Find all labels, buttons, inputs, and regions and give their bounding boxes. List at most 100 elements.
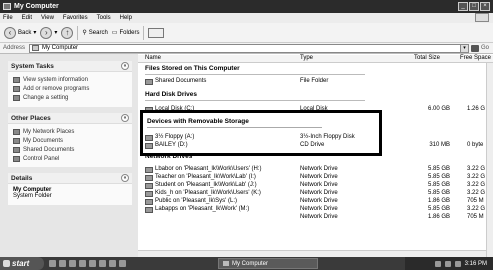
system-tasks-header[interactable]: System Tasks « <box>8 61 132 72</box>
go-button[interactable]: Go <box>471 44 490 52</box>
up-folder-icon[interactable]: ↑ <box>61 26 74 39</box>
list-item[interactable]: Shared Documents File Folder <box>145 78 490 86</box>
collapse-icon[interactable]: « <box>121 174 129 182</box>
item-type: Network Drive <box>300 166 338 172</box>
back-button[interactable]: ‹ Back ▾ <box>4 26 36 39</box>
column-name[interactable]: Name <box>145 55 161 61</box>
item-free-space: 3.22 G <box>467 182 486 188</box>
email-icon[interactable] <box>59 260 66 267</box>
search-icon: ⚲ <box>82 30 87 36</box>
menu-bar: File Edit View Favorites Tools Help <box>0 13 493 23</box>
title-bar: My Computer _ □ × <box>0 0 493 13</box>
item-total-size: 310 MB <box>429 142 450 148</box>
item-name: Lbabor on 'Pleasant_lk\Work\Users' (H:) <box>155 166 262 172</box>
list-item[interactable]: Student on 'Pleasant_lk\Work\Lab' (J:) N… <box>145 182 490 190</box>
column-headers: Name Type Total Size Free Space <box>138 55 493 63</box>
start-button[interactable]: start <box>0 257 44 270</box>
control-panel-icon <box>13 94 20 101</box>
place-label: My Network Places <box>23 128 75 135</box>
taskbar-my-computer[interactable]: My Computer <box>218 258 318 269</box>
system-tray: 3:16 PM <box>405 257 493 270</box>
network-drive-icon <box>145 191 153 197</box>
menu-file[interactable]: File <box>3 15 13 21</box>
list-item[interactable]: Lbabor on 'Pleasant_lk\Work\Users' (H:) … <box>145 166 490 174</box>
panel-title: System Tasks <box>11 62 54 70</box>
group-files-stored: Files Stored on This Computer <box>145 65 240 72</box>
vertical-scrollbar[interactable] <box>486 63 493 257</box>
details-header[interactable]: Details « <box>8 173 132 184</box>
network-drive-icon <box>145 207 153 213</box>
menu-help[interactable]: Help <box>120 15 132 21</box>
list-item[interactable]: BAILEY (D:) CD Drive <box>145 142 377 150</box>
media-icon[interactable] <box>69 260 76 267</box>
task-label: Add or remove programs <box>23 85 90 92</box>
column-free-space[interactable]: Free Space <box>460 55 491 61</box>
address-input[interactable]: My Computer ▾ <box>29 43 470 53</box>
task-label: My Computer <box>232 260 269 267</box>
task-view-system-info[interactable]: View system information <box>13 75 127 84</box>
list-item[interactable]: Network Drive 1.86 GB 705 M <box>145 214 490 222</box>
folders-icon: ▭ <box>111 30 118 36</box>
list-item[interactable]: Teacher on 'Pleasant_lk\Work\Lab' (I:) N… <box>145 174 490 182</box>
item-name: Labapps on 'Pleasant_lk\Work' (M:) <box>155 206 250 212</box>
app-icon[interactable] <box>99 260 106 267</box>
task-pane: System Tasks « View system information A… <box>0 54 138 257</box>
item-type: CD Drive <box>300 142 325 148</box>
go-label: Go <box>481 45 490 51</box>
details-panel: Details « My Computer System Folder <box>8 173 132 205</box>
app-icon[interactable] <box>119 260 126 267</box>
folder-icon <box>145 79 153 85</box>
item-type: Network Drive <box>300 214 338 220</box>
column-type[interactable]: Type <box>300 55 313 61</box>
views-button[interactable] <box>148 27 165 38</box>
column-total-size[interactable]: Total Size <box>414 55 440 61</box>
group-divider <box>147 127 322 128</box>
maximize-button[interactable]: □ <box>469 2 479 11</box>
windows-flag-icon <box>475 13 489 22</box>
place-my-network-places[interactable]: My Network Places <box>13 127 127 136</box>
place-my-documents[interactable]: My Documents <box>13 136 127 145</box>
app-icon[interactable] <box>109 260 116 267</box>
item-name: Shared Documents <box>155 78 207 84</box>
menu-favorites[interactable]: Favorites <box>63 15 88 21</box>
folders-button[interactable]: ▭ Folders <box>111 29 140 37</box>
network-drive-icon <box>145 175 153 181</box>
menu-tools[interactable]: Tools <box>97 15 111 21</box>
desktop-icon[interactable] <box>79 260 86 267</box>
collapse-icon[interactable]: « <box>121 62 129 70</box>
collapse-icon[interactable]: « <box>121 114 129 122</box>
back-label: Back <box>18 29 32 36</box>
browser-icon[interactable] <box>49 260 56 267</box>
list-item[interactable]: Public on 'Pleasant_lk\Sys' (L:) Network… <box>145 198 490 206</box>
close-button[interactable]: × <box>480 2 490 11</box>
network-tray-icon[interactable] <box>434 260 441 267</box>
place-control-panel[interactable]: Control Panel <box>13 154 127 163</box>
window-title: My Computer <box>14 3 59 10</box>
search-button[interactable]: ⚲ Search <box>82 29 107 37</box>
place-shared-documents[interactable]: Shared Documents <box>13 145 127 154</box>
task-add-remove-programs[interactable]: Add or remove programs <box>13 84 127 93</box>
security-icon[interactable] <box>454 260 461 267</box>
volume-icon[interactable] <box>444 260 451 267</box>
item-name: Student on 'Pleasant_lk\Work\Lab' (J:) <box>155 182 257 188</box>
list-item[interactable]: Kids_h on 'Pleasant_lk\Work\Users' (K:) … <box>145 190 490 198</box>
item-free-space: 705 M <box>467 214 484 220</box>
item-total-size: 1.86 GB <box>427 198 450 204</box>
list-item[interactable]: 3½ Floppy (A:) 3½-Inch Floppy Disk <box>145 134 377 142</box>
chevron-down-icon[interactable]: ▾ <box>460 44 469 52</box>
item-free-space: 3.22 G <box>467 190 486 196</box>
toolbar: ‹ Back ▾ › ▾ ↑ ⚲ Search ▭ Folders <box>0 23 493 43</box>
other-places-header[interactable]: Other Places « <box>8 113 132 124</box>
menu-view[interactable]: View <box>41 15 54 21</box>
menu-edit[interactable]: Edit <box>22 15 32 21</box>
list-item[interactable]: Labapps on 'Pleasant_lk\Work' (M:) Netwo… <box>145 206 490 214</box>
folder-icon[interactable] <box>89 260 96 267</box>
horizontal-scrollbar[interactable] <box>138 250 486 257</box>
item-total-size: 5.85 GB <box>427 182 450 188</box>
task-change-setting[interactable]: Change a setting <box>13 93 127 102</box>
forward-button[interactable]: › ▾ <box>40 26 57 39</box>
windows-logo-icon <box>3 260 10 267</box>
minimize-button[interactable]: _ <box>458 2 468 11</box>
item-name: Teacher on 'Pleasant_lk\Work\Lab' (I:) <box>155 174 256 180</box>
address-label: Address <box>3 45 26 51</box>
